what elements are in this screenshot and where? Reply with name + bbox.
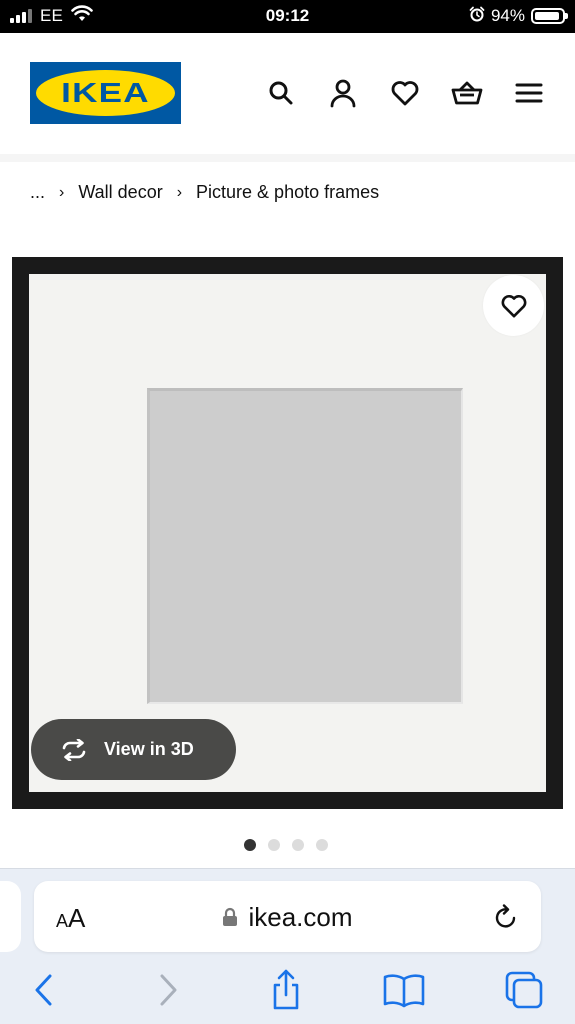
add-to-favourites-button[interactable] <box>483 275 544 336</box>
browser-toolbar <box>0 965 575 1015</box>
search-button[interactable] <box>263 75 299 111</box>
lock-icon <box>223 907 238 926</box>
battery-level <box>535 12 559 20</box>
tabs-icon <box>505 971 543 1009</box>
battery-percent: 94% <box>490 6 525 25</box>
view-in-3d-button[interactable]: View in 3D <box>31 719 236 780</box>
breadcrumb: ... › Wall decor › Picture & photo frame… <box>30 182 379 203</box>
forward-icon <box>160 974 177 1006</box>
carousel-dot[interactable] <box>268 839 280 851</box>
status-bar: EE 09:12 94% <box>0 0 575 33</box>
heart-icon <box>391 81 419 106</box>
share-icon <box>273 969 299 1010</box>
basket-button[interactable] <box>449 75 485 111</box>
favourites-button[interactable] <box>387 75 423 111</box>
url-text: ikea.com <box>248 902 353 932</box>
profile-button[interactable] <box>325 75 361 111</box>
search-icon <box>269 81 293 105</box>
breadcrumb-item-picture-frames[interactable]: Picture & photo frames <box>196 182 379 203</box>
status-right: 94% <box>469 5 568 27</box>
breadcrumb-separator: › <box>176 183 183 201</box>
menu-icon <box>515 83 543 103</box>
carousel-dots <box>244 839 328 851</box>
breadcrumb-item-wall-decor[interactable]: Wall decor <box>78 182 162 203</box>
carousel-dot[interactable] <box>316 839 328 851</box>
address-bar[interactable]: AA ikea.com <box>34 881 541 952</box>
alarm-icon <box>469 6 485 27</box>
view-in-3d-label: View in 3D <box>104 739 194 759</box>
rotate-3d-icon <box>62 738 86 761</box>
url-display[interactable]: ikea.com <box>34 902 541 933</box>
forward-button[interactable] <box>146 969 190 1011</box>
profile-icon <box>330 79 356 108</box>
back-icon <box>35 974 52 1006</box>
frame-opening <box>147 388 463 704</box>
back-button[interactable] <box>22 969 66 1011</box>
bookmarks-icon <box>383 974 425 1008</box>
logo-text: IKEA <box>61 77 150 108</box>
site-header: IKEA <box>0 33 575 154</box>
reload-icon[interactable] <box>493 903 519 931</box>
ikea-logo[interactable]: IKEA <box>30 62 181 124</box>
header-actions <box>263 75 547 111</box>
basket-icon <box>451 81 483 105</box>
tabs-button[interactable] <box>502 969 546 1011</box>
frame-mat <box>29 274 546 792</box>
breadcrumb-separator: › <box>59 183 65 201</box>
battery-icon <box>531 8 568 24</box>
carousel-dot[interactable] <box>244 839 256 851</box>
share-button[interactable] <box>264 969 308 1011</box>
browser-bottom-bar: AA ikea.com <box>0 868 575 1024</box>
heart-icon <box>501 294 526 318</box>
header-divider <box>0 154 575 162</box>
breadcrumb-ellipsis[interactable]: ... <box>30 182 45 203</box>
previous-tab-preview[interactable] <box>0 881 21 952</box>
bookmarks-button[interactable] <box>382 969 426 1011</box>
menu-button[interactable] <box>511 75 547 111</box>
carousel-dot[interactable] <box>292 839 304 851</box>
